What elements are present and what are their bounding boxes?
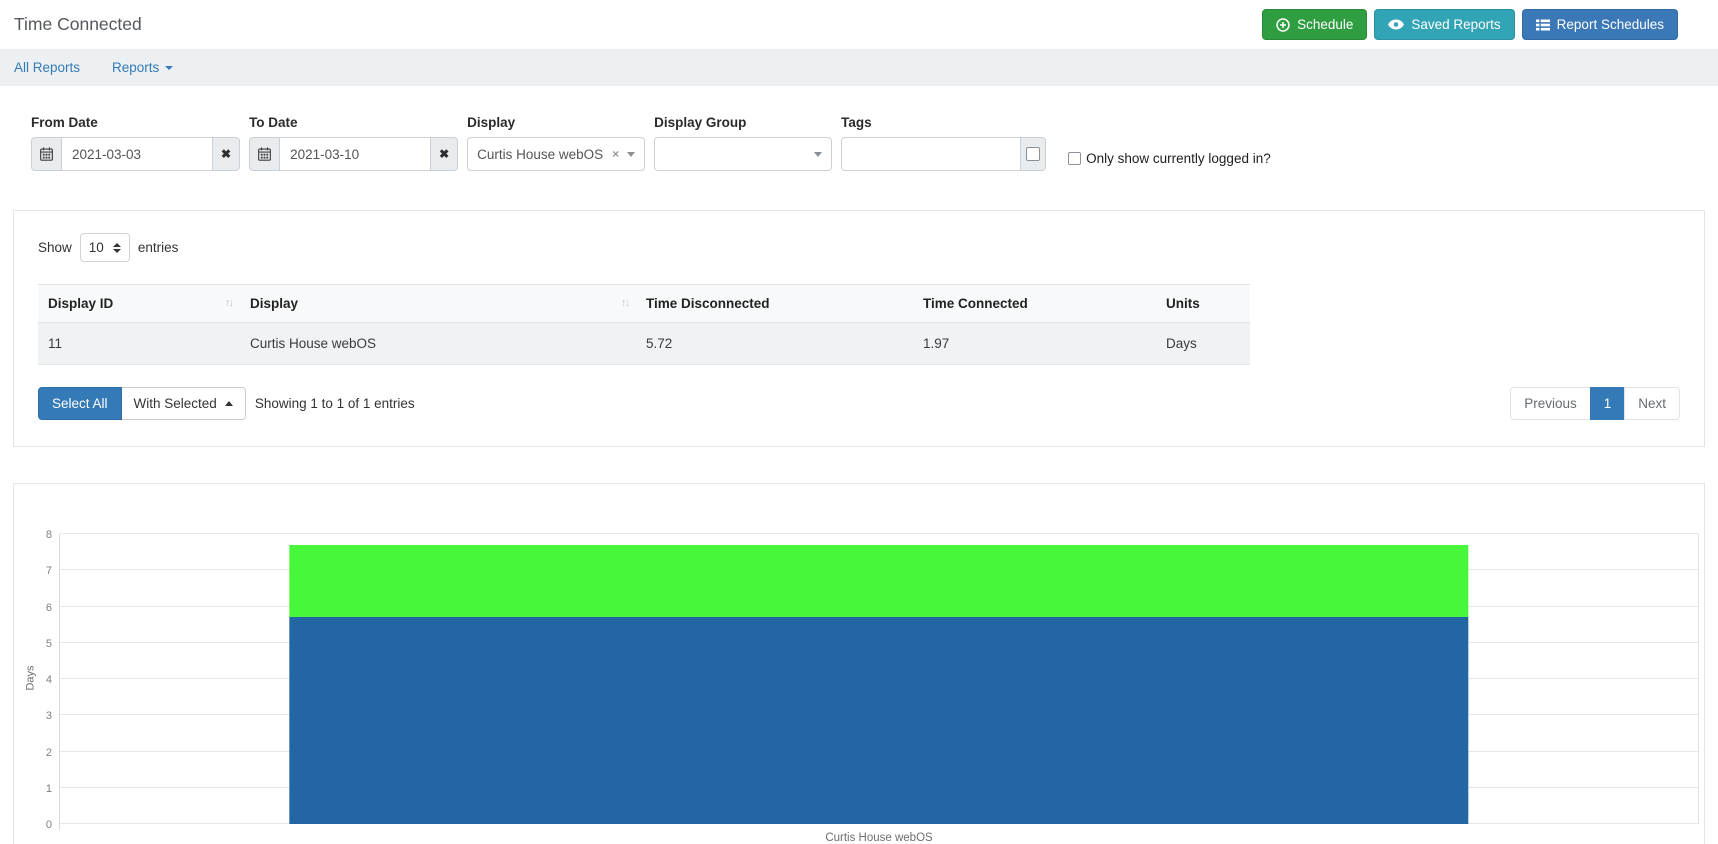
plus-circle-icon [1276, 18, 1290, 32]
chart-plot[interactable]: 012345678 [59, 534, 1699, 824]
display-select[interactable]: Curtis House webOS × [467, 137, 645, 171]
cell-time-connected: 1.97 [913, 323, 1156, 365]
select-all-button[interactable]: Select All [38, 387, 122, 420]
y-tick-label: 4 [20, 674, 52, 686]
y-tick-label: 8 [20, 529, 52, 541]
table-header-row: Display ID↑↓ Display↑↓ Time Disconnected… [38, 285, 1250, 323]
y-tick-label: 5 [20, 638, 52, 650]
show-entries-control: Show 10 entries [38, 233, 1680, 262]
from-date-group: From Date ✖ [31, 115, 240, 171]
schedule-button[interactable]: Schedule [1262, 9, 1367, 40]
cell-display-id: 11 [38, 323, 240, 365]
stacked-bar[interactable] [289, 534, 1468, 824]
from-date-clear-button[interactable]: ✖ [213, 137, 240, 171]
display-group-group: Display Group [654, 115, 832, 171]
chevron-up-icon [225, 401, 233, 406]
sort-icon: ↑↓ [225, 297, 232, 309]
with-selected-dropdown[interactable]: With Selected [122, 387, 246, 420]
time-connected-table: Display ID↑↓ Display↑↓ Time Disconnected… [38, 284, 1250, 365]
page-title: Time Connected [14, 14, 142, 35]
showing-entries-info: Showing 1 to 1 of 1 entries [255, 396, 415, 411]
y-tick-label: 2 [20, 747, 52, 759]
exact-tag-match-addon [1020, 137, 1046, 171]
schedule-button-label: Schedule [1297, 17, 1353, 32]
nav-all-reports[interactable]: All Reports [14, 60, 80, 75]
from-date-input[interactable] [61, 137, 213, 171]
report-schedules-button[interactable]: Report Schedules [1522, 9, 1678, 40]
show-label: Show [38, 240, 72, 255]
calendar-icon [31, 137, 61, 171]
pagination-page-1[interactable]: 1 [1590, 387, 1626, 420]
exact-tag-match-checkbox[interactable] [1026, 147, 1040, 161]
sort-icon: ↑↓ [621, 297, 628, 309]
pagination-next[interactable]: Next [1624, 387, 1680, 420]
y-tick-label: 0 [20, 819, 52, 831]
pagination: Previous 1 Next [1510, 387, 1680, 420]
cell-units: Days [1156, 323, 1250, 365]
tags-group: Tags [841, 115, 1046, 171]
header-actions: Schedule Saved Reports Report Schedules [1262, 9, 1678, 40]
bar-segment-time-disconnected [289, 617, 1468, 824]
cell-time-disconnected: 5.72 [636, 323, 913, 365]
results-card: Show 10 entries Display ID↑↓ Display↑↓ T… [13, 210, 1705, 447]
to-date-label: To Date [249, 115, 458, 130]
col-time-disconnected[interactable]: Time Disconnected [636, 285, 913, 323]
page-length-select[interactable]: 10 [80, 233, 130, 262]
reports-nav: All Reports Reports [0, 49, 1718, 86]
display-group-select[interactable] [654, 137, 832, 171]
x-axis-category-label: Curtis House webOS [59, 832, 1699, 844]
saved-reports-button-label: Saved Reports [1411, 17, 1500, 32]
logged-in-filter: Only show currently logged in? [1068, 151, 1271, 166]
pagination-previous[interactable]: Previous [1510, 387, 1591, 420]
to-date-clear-button[interactable]: ✖ [431, 137, 458, 171]
display-label: Display [467, 115, 645, 130]
cell-display: Curtis House webOS [240, 323, 636, 365]
logged-in-checkbox[interactable] [1068, 152, 1081, 165]
y-tick-label: 7 [20, 565, 52, 577]
y-tick-label: 3 [20, 710, 52, 722]
calendar-icon [249, 137, 279, 171]
eye-icon [1388, 19, 1404, 30]
clear-x-icon: ✖ [221, 147, 231, 161]
y-tick-label: 1 [20, 783, 52, 795]
select-arrows-icon [113, 243, 121, 253]
tags-input[interactable] [841, 137, 1021, 171]
chevron-down-icon [814, 152, 822, 157]
chevron-down-icon [165, 66, 173, 70]
tags-label: Tags [841, 115, 1046, 130]
nav-reports-dropdown[interactable]: Reports [112, 60, 173, 75]
list-icon [1536, 19, 1550, 31]
display-select-value: Curtis House webOS [477, 147, 606, 162]
report-filter-form: From Date ✖ To Date ✖ Display Curtis Hou… [0, 86, 1718, 171]
chevron-down-icon [627, 152, 635, 157]
from-date-label: From Date [31, 115, 240, 130]
table-footer: Select All With Selected Showing 1 to 1 … [38, 387, 1680, 420]
col-time-connected[interactable]: Time Connected [913, 285, 1156, 323]
table-row[interactable]: 11 Curtis House webOS 5.72 1.97 Days [38, 323, 1250, 365]
remove-selection-icon[interactable]: × [612, 147, 619, 161]
col-display-id[interactable]: Display ID↑↓ [38, 285, 240, 323]
saved-reports-button[interactable]: Saved Reports [1374, 9, 1514, 40]
col-units[interactable]: Units [1156, 285, 1250, 323]
nav-reports-label: Reports [112, 60, 159, 75]
to-date-input[interactable] [279, 137, 431, 171]
y-tick-label: 6 [20, 602, 52, 614]
with-selected-label: With Selected [134, 396, 217, 411]
display-group: Display Curtis House webOS × [467, 115, 645, 171]
display-group-label: Display Group [654, 115, 832, 130]
chart-card: Days 012345678 Curtis House webOS [13, 483, 1705, 844]
page-header: Time Connected Schedule Saved Reports Re… [0, 0, 1718, 49]
to-date-group: To Date ✖ [249, 115, 458, 171]
clear-x-icon: ✖ [439, 147, 449, 161]
page-length-value: 10 [89, 240, 104, 255]
col-display[interactable]: Display↑↓ [240, 285, 636, 323]
report-schedules-button-label: Report Schedules [1557, 17, 1664, 32]
logged-in-label: Only show currently logged in? [1086, 151, 1271, 166]
bar-segment-time-connected [289, 545, 1468, 616]
entries-label: entries [138, 240, 179, 255]
